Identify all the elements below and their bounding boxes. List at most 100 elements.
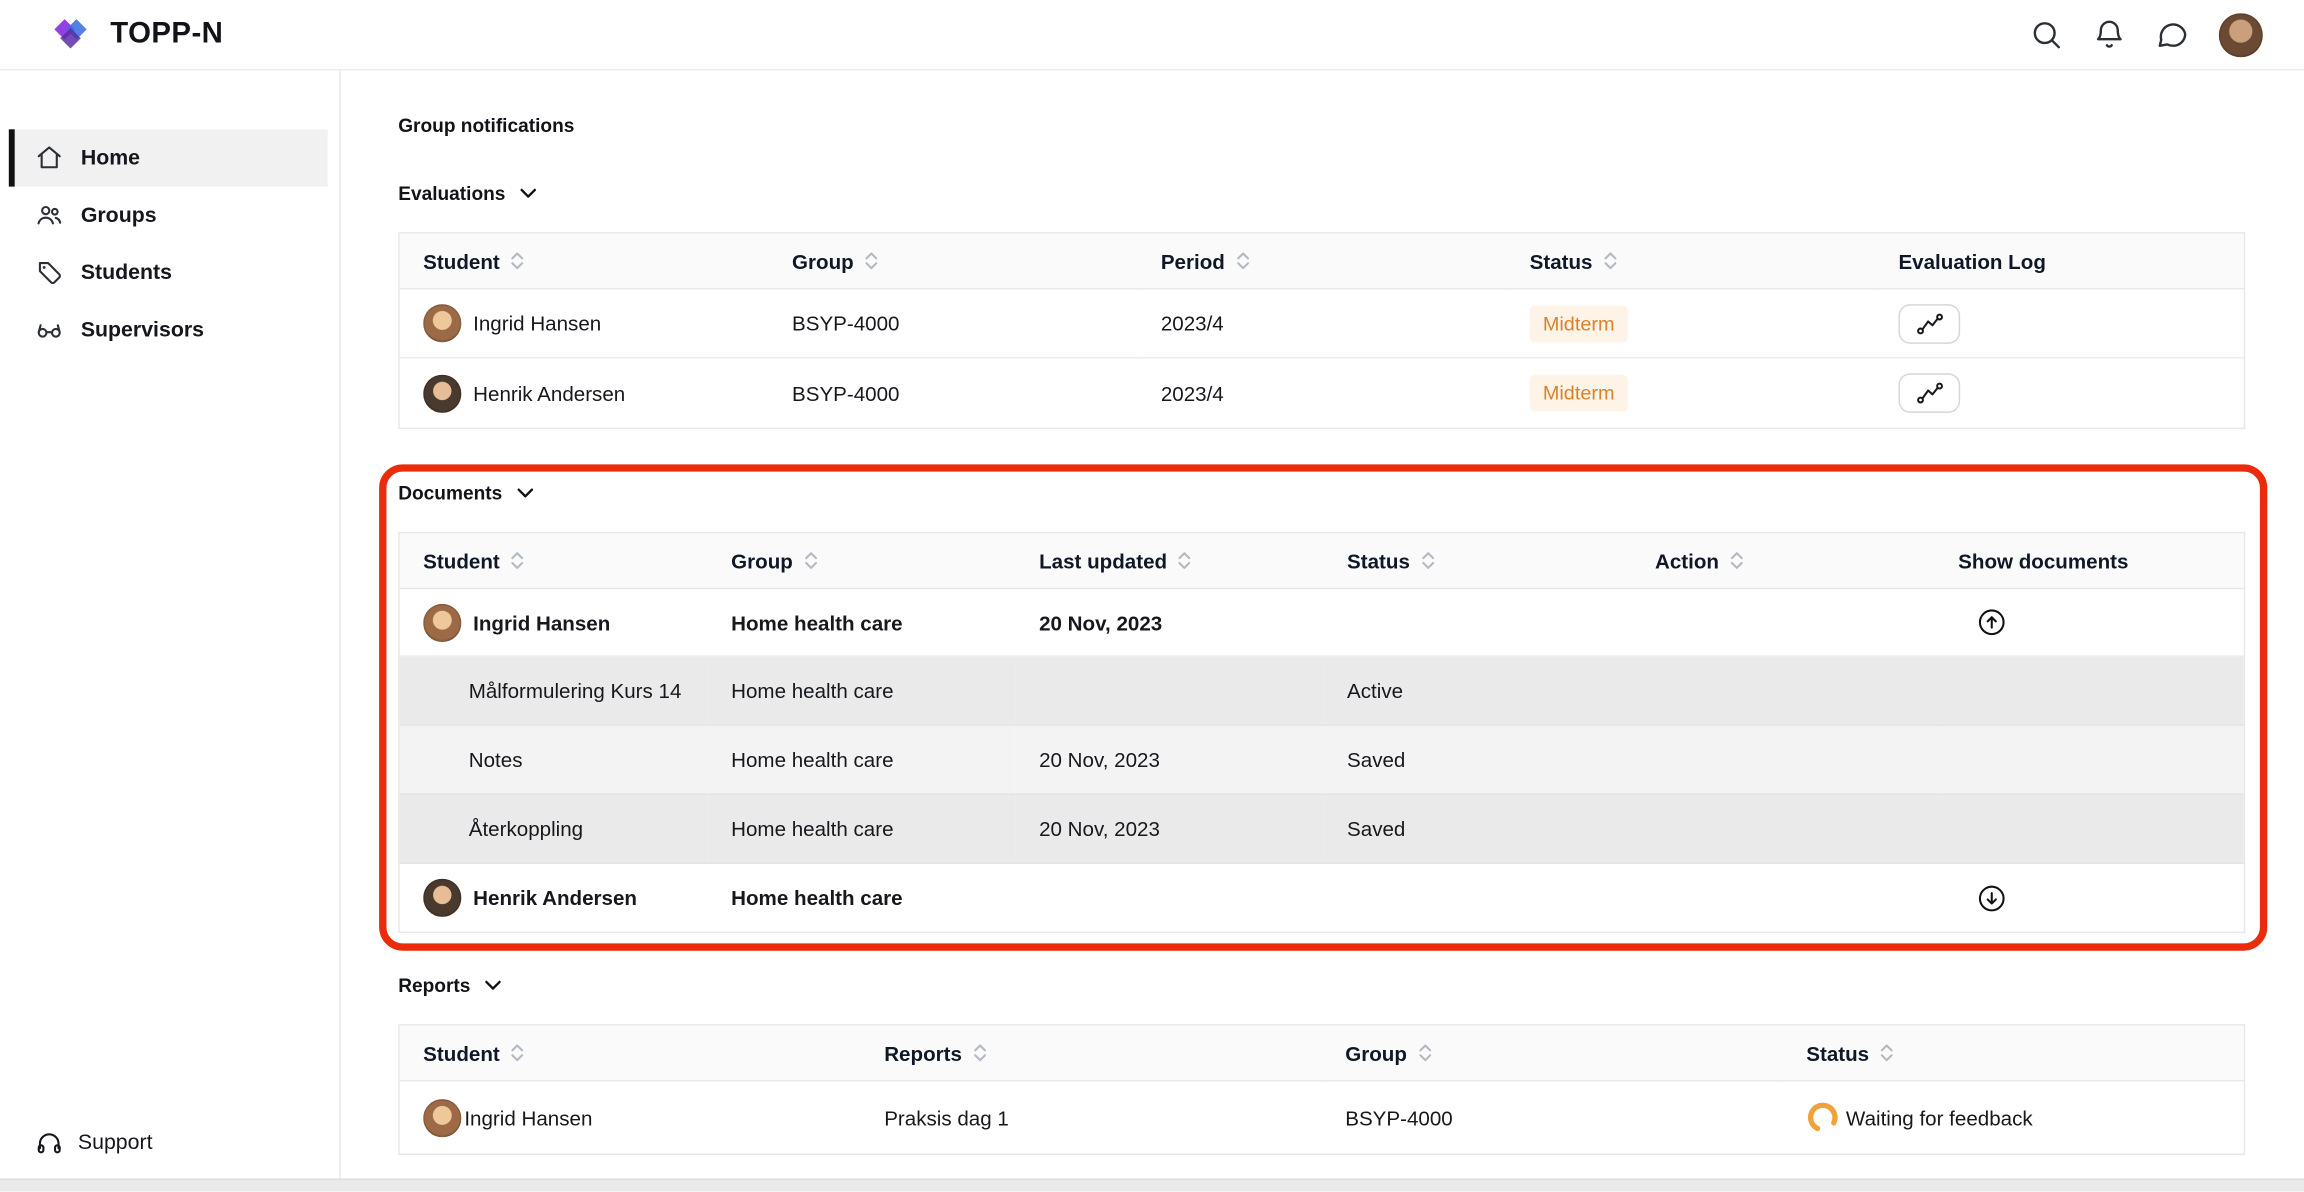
sort-icon[interactable] [1729,550,1744,572]
bell-icon[interactable] [2092,18,2126,52]
group-cell: Home health care [708,726,1016,795]
column-header-status[interactable]: Status [1783,1026,2244,1082]
sidebar-item-label: Groups [81,204,157,228]
app-root: TOPP-N [0,0,2304,1192]
last-updated-cell [1016,864,1324,932]
evaluations-section: Evaluations Student Group Period Status … [398,182,2245,429]
period-cell: 2023/4 [1137,359,1506,428]
status-cell [1324,589,1632,657]
column-header-student[interactable]: Student [400,533,708,589]
header-actions [2029,12,2263,56]
avatar [423,603,461,641]
student-name: Ingrid Hansen [473,611,610,635]
status-badge: Midterm [1530,375,1628,412]
brand: TOPP-N [51,16,223,53]
evaluations-title: Evaluations [398,182,505,204]
status-badge: Midterm [1530,305,1628,342]
chat-icon[interactable] [2156,18,2190,52]
sidebar-item-students[interactable]: Students [9,244,328,301]
status-cell: Active [1324,657,1632,726]
status-waiting: Waiting for feedback [1806,1101,2238,1135]
avatar [423,1098,461,1136]
sort-icon[interactable] [1603,250,1618,272]
status-cell: Saved [1324,795,1632,864]
column-header-action[interactable]: Action [1631,533,1937,589]
reports-section-toggle[interactable]: Reports [398,974,2245,996]
action-cell [1631,864,1937,932]
action-cell [1631,657,1937,726]
column-header-evaluation-log: Evaluation Log [1875,234,2244,290]
reports-table: Student Reports Group Status Ingrid Hans… [398,1024,2245,1155]
group-cell: Home health care [708,864,1016,932]
sort-icon[interactable] [510,550,525,572]
sort-icon[interactable] [1177,550,1192,572]
evaluations-section-toggle[interactable]: Evaluations [398,182,2245,204]
brand-name: TOPP-N [110,18,223,52]
column-header-student[interactable]: Student [400,234,769,290]
sort-icon[interactable] [510,1042,525,1064]
column-header-student[interactable]: Student [400,1026,861,1082]
column-header-period[interactable]: Period [1137,234,1506,290]
sort-icon[interactable] [1417,1042,1432,1064]
glasses-icon [35,316,63,344]
collapse-documents-button[interactable] [1976,607,2007,638]
column-header-status[interactable]: Status [1324,533,1632,589]
column-header-group[interactable]: Group [1322,1026,1783,1082]
sidebar-item-supervisors[interactable]: Supervisors [9,301,328,358]
expand-documents-button[interactable] [1976,882,2007,913]
chevron-down-icon [519,187,538,200]
table-row: Ingrid Hansen Praksis dag 1 BSYP-4000 Wa… [400,1081,2244,1153]
chevron-down-icon [515,486,534,499]
report-cell: Praksis dag 1 [861,1081,1322,1153]
column-header-group[interactable]: Group [768,234,1137,290]
evaluation-log-button[interactable] [1898,303,1960,343]
user-avatar[interactable] [2219,12,2263,56]
evaluation-log-button[interactable] [1898,373,1960,413]
table-row-document: Målformulering Kurs 14 Home health care … [400,657,2244,726]
student-name: Henrik Andersen [473,886,637,910]
documents-section-toggle[interactable]: Documents [398,482,2245,504]
tag-icon [35,259,63,287]
group-cell: Home health care [708,795,1016,864]
reports-section: Reports Student Reports Group Status [398,974,2245,1155]
avatar [423,374,461,412]
table-row: Ingrid Hansen Home health care 20 Nov, 2… [400,589,2244,657]
sort-icon[interactable] [803,550,818,572]
sort-icon[interactable] [510,250,525,272]
column-header-show-documents: Show documents [1938,533,2244,589]
sort-icon[interactable] [1879,1042,1894,1064]
column-header-reports[interactable]: Reports [861,1026,1322,1082]
chevron-down-icon [484,979,503,992]
last-updated-cell: 20 Nov, 2023 [1016,726,1324,795]
search-icon[interactable] [2029,18,2063,52]
documents-section: Documents Student Group Last updated Sta… [398,482,2245,933]
sidebar-item-label: Supervisors [81,318,204,342]
sort-icon[interactable] [1235,250,1250,272]
sort-icon[interactable] [1420,550,1435,572]
table-row: Ingrid Hansen BSYP-4000 2023/4 Midterm [400,289,2244,358]
document-name: Målformulering Kurs 14 [423,679,681,703]
column-header-last-updated[interactable]: Last updated [1016,533,1324,589]
table-row: Henrik Andersen Home health care [400,864,2244,932]
group-cell: BSYP-4000 [768,359,1137,428]
column-header-status[interactable]: Status [1506,234,1875,290]
sort-icon[interactable] [864,250,879,272]
sort-icon[interactable] [972,1042,987,1064]
avatar [423,304,461,342]
home-icon [35,144,63,172]
documents-table: Student Group Last updated Status Action… [398,532,2245,933]
spinner-icon [1806,1101,1840,1135]
action-cell [1631,795,1937,864]
support-label: Support [78,1131,153,1155]
student-name: Ingrid Hansen [473,312,601,336]
column-header-group[interactable]: Group [708,533,1016,589]
sidebar-item-home[interactable]: Home [9,129,328,186]
sidebar: Home Groups Studen [0,71,341,1192]
sidebar-item-groups[interactable]: Groups [9,187,328,244]
brand-logo-icon [51,16,95,53]
group-cell: Home health care [708,589,1016,657]
group-cell: Home health care [708,657,1016,726]
horizontal-scrollbar[interactable] [0,1178,2304,1191]
page-title: Group notifications [398,115,2245,137]
period-cell: 2023/4 [1137,289,1506,358]
